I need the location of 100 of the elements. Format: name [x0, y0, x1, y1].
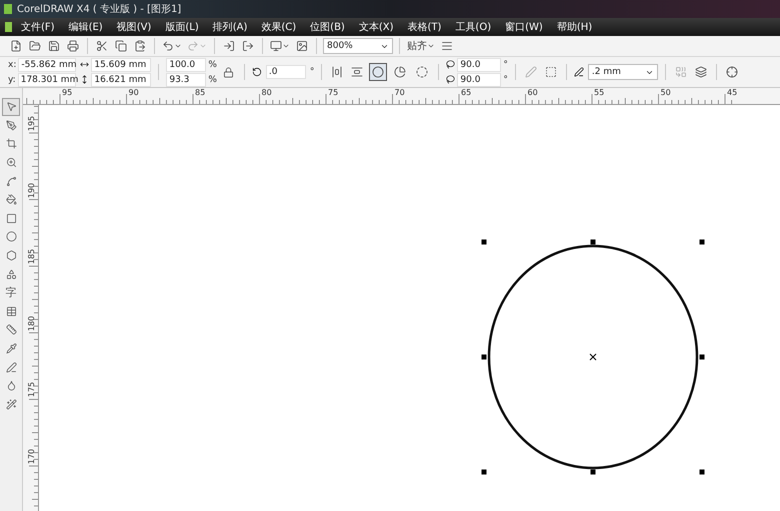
selection-handle[interactable]: [700, 240, 704, 244]
ruler-label: 175: [27, 382, 36, 398]
window-title: CorelDRAW X4 ( 专业版 ) - [图形1]: [17, 2, 182, 16]
scale-x-field[interactable]: 100.0: [166, 58, 206, 72]
ellipse-icon: [6, 231, 16, 242]
menu-item[interactable]: 窗口(W): [498, 20, 550, 34]
x-field[interactable]: -55.862 mm: [18, 58, 76, 72]
paste-icon: [134, 40, 146, 52]
percent-label: %: [208, 60, 217, 70]
frame-icon: [544, 66, 557, 78]
lock-icon: [223, 66, 234, 78]
height-field[interactable]: 16.621 mm: [91, 72, 152, 86]
caret-icon: [282, 42, 290, 50]
menu-item[interactable]: 文件(F): [14, 20, 62, 34]
rotation-field[interactable]: .0: [266, 65, 306, 79]
circle-shape[interactable]: [488, 244, 698, 470]
rectangle-icon: [6, 212, 16, 224]
crop-icon: [6, 138, 16, 150]
ruler-label: 45: [727, 88, 738, 97]
degree-label: °: [503, 74, 508, 84]
ellipse-icon: [372, 66, 384, 78]
pie-icon: [394, 66, 406, 78]
x-label: x:: [8, 60, 16, 70]
height-icon: [80, 75, 90, 84]
ruler-label: 190: [27, 182, 36, 198]
menu-item[interactable]: 排列(A): [206, 20, 254, 34]
undo-icon: [162, 40, 174, 52]
snap-button[interactable]: 贴齐: [406, 37, 436, 55]
selection-handle[interactable]: [590, 470, 596, 474]
copy-icon: [115, 40, 127, 52]
width-field[interactable]: 15.609 mm: [91, 58, 152, 72]
menu-item[interactable]: 帮助(H): [550, 20, 600, 34]
rotate-icon: [252, 67, 262, 77]
width-icon: [80, 60, 90, 69]
ruler-label: 85: [195, 88, 206, 97]
menu-item[interactable]: 版面(L): [158, 20, 206, 34]
new-file-icon: [10, 40, 22, 52]
menu-item[interactable]: 编辑(E): [62, 20, 110, 34]
app-icon: [3, 3, 13, 15]
curve-icon: [6, 176, 16, 187]
end-angle-field[interactable]: 90.0: [457, 72, 502, 86]
selection-handle[interactable]: [590, 240, 596, 244]
scissors-icon: [96, 40, 108, 52]
shapes-icon: [6, 268, 16, 280]
table-icon: [6, 306, 16, 317]
selection-handle[interactable]: [482, 240, 486, 244]
scale-y-field[interactable]: 93.3: [166, 72, 206, 86]
selection-handle[interactable]: [482, 470, 486, 474]
tool-button[interactable]: [2, 98, 20, 116]
caret-icon: [427, 42, 435, 50]
fill-icon: [6, 380, 16, 392]
ruler-label: 95: [62, 88, 72, 97]
menu-item[interactable]: 文本(X): [352, 20, 400, 34]
y-field[interactable]: 178.301 mm: [18, 72, 76, 86]
start-angle-field[interactable]: 90.0: [457, 58, 502, 72]
ruler-label: 195: [27, 116, 36, 132]
printer-icon: [67, 40, 79, 52]
redo-icon: [187, 40, 199, 52]
pen-icon: [574, 67, 584, 77]
ruler-label: 65: [461, 88, 472, 97]
menu-item[interactable]: 位图(B): [303, 20, 352, 34]
combine-icon: [674, 66, 687, 78]
dimension-icon: [6, 324, 16, 336]
selection-handle[interactable]: [482, 354, 486, 360]
degree-label: °: [310, 67, 314, 77]
ruler-label: 170: [27, 448, 36, 464]
pen-icon: [524, 66, 537, 78]
zoom-dropdown[interactable]: 800%: [323, 38, 393, 54]
tool-button[interactable]: 字: [2, 284, 20, 302]
center-mark: [590, 354, 596, 360]
outline-icon: [6, 362, 16, 373]
monitor-icon: [270, 40, 282, 52]
picture-icon: [296, 40, 308, 52]
ruler-label: 50: [660, 88, 671, 97]
menu-item[interactable]: 表格(T): [400, 20, 448, 34]
ruler-label: 185: [27, 249, 36, 264]
menu-item[interactable]: 工具(O): [448, 20, 498, 34]
ruler-label: 55: [594, 88, 604, 97]
menu-item[interactable]: 效果(C): [254, 20, 304, 34]
folder-icon: [29, 40, 41, 52]
degree-label: °: [503, 60, 508, 70]
selection-handle[interactable]: [700, 354, 704, 360]
caret-icon: [199, 42, 207, 50]
shape-icon: [6, 120, 16, 131]
ruler-label: 90: [128, 88, 139, 97]
document-icon: [4, 21, 14, 33]
menu-item[interactable]: 视图(V): [110, 20, 158, 34]
selection-handle[interactable]: [700, 470, 704, 474]
layers-icon: [694, 66, 707, 78]
import-icon: [223, 40, 235, 52]
save-icon: [48, 40, 60, 52]
ellipse-mode-button[interactable]: [369, 63, 388, 81]
y-label: y:: [8, 74, 16, 84]
crosshair-icon: [726, 66, 738, 78]
zoom-icon: [6, 157, 16, 168]
ruler-label: 60: [528, 88, 538, 97]
export-icon: [242, 40, 254, 52]
caret-icon: [174, 42, 182, 50]
outline-width-dropdown[interactable]: .2 mm: [588, 64, 658, 80]
ruler-label: 80: [262, 88, 272, 97]
